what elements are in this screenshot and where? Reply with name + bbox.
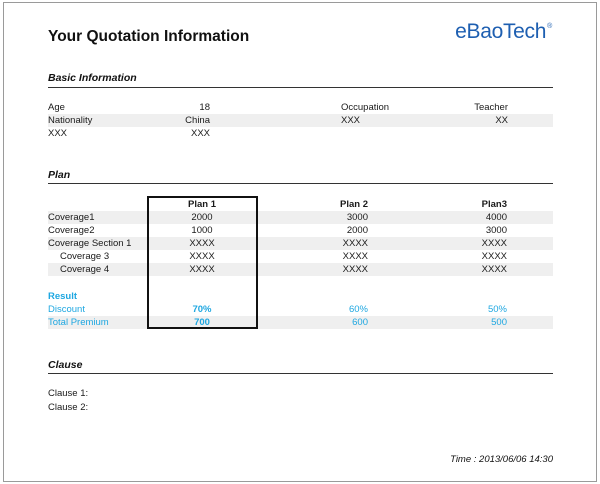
plan-row: Coverage 3 XXXX XXXX XXXX: [48, 250, 553, 263]
basic-label: Nationality: [48, 115, 93, 126]
plan-3-value: XXXX: [481, 264, 507, 275]
plan-2-value: XXXX: [342, 251, 368, 262]
timestamp: Time : 2013/06/06 14:30: [450, 454, 553, 465]
plan-3-result: 500: [491, 317, 507, 328]
result-row-total-premium: Total Premium 700 600 500: [48, 316, 553, 329]
plan-row: Coverage2 1000 2000 3000: [48, 224, 553, 237]
plan-3-value: 4000: [485, 212, 507, 223]
plan-row-label: Coverage1: [48, 212, 95, 223]
plan-2-result: 60%: [348, 304, 368, 315]
plan-2-value: 3000: [346, 212, 368, 223]
plan-row-label: Coverage 3: [60, 251, 110, 262]
plan-row: Coverage1 2000 3000 4000: [48, 211, 553, 224]
basic-label: Age: [48, 102, 65, 113]
plan-row-label: Coverage Section 1: [48, 238, 132, 249]
plan-3-value: 3000: [485, 225, 507, 236]
basic-value-2: Teacher: [474, 102, 508, 113]
result-heading: Result: [48, 291, 78, 302]
plan-3-result: 50%: [487, 304, 507, 315]
basic-information-rule: [48, 87, 553, 88]
basic-label: XXX: [48, 128, 68, 139]
basic-value: 18: [199, 102, 210, 113]
plan-3-value: XXXX: [481, 238, 507, 249]
page-title: Your Quotation Information: [48, 28, 250, 45]
plan-row-label: Coverage2: [48, 225, 95, 236]
plan-2-value: XXXX: [342, 238, 368, 249]
result-heading-row: Result: [48, 290, 553, 303]
plan-2-header: Plan 2: [340, 199, 368, 210]
plan-rule: [48, 183, 553, 184]
result-row-discount: Discount 70% 60% 50%: [48, 303, 553, 316]
basic-row-age: Age 18 Occupation Teacher: [48, 101, 553, 114]
result-label: Discount: [48, 304, 85, 315]
plan-3-header: Plan3: [481, 199, 507, 210]
logo-text: eBaoTech: [455, 20, 547, 43]
ebaotech-logo: eBaoTech®: [455, 20, 552, 44]
basic-information-heading: Basic Information: [48, 72, 137, 84]
plan-row: Coverage 4 XXXX XXXX XXXX: [48, 263, 553, 276]
basic-value: China: [185, 115, 210, 126]
plan-2-result: 600: [352, 317, 368, 328]
basic-row-nationality: Nationality China XXX XX: [48, 114, 553, 127]
clause-item: Clause 1:: [48, 388, 89, 399]
plan-2-value: 2000: [346, 225, 368, 236]
basic-row-xxx: XXX XXX: [48, 127, 553, 140]
clause-heading: Clause: [48, 359, 83, 371]
clause-rule: [48, 373, 553, 374]
plan-heading: Plan: [48, 169, 71, 181]
basic-value: XXX: [190, 128, 210, 139]
plan-3-value: XXXX: [481, 251, 507, 262]
plan-header-row: Plan 1 Plan 2 Plan3: [48, 198, 553, 211]
plan-row: Coverage Section 1 XXXX XXXX XXXX: [48, 237, 553, 250]
basic-value-2: XX: [495, 115, 508, 126]
registered-mark: ®: [547, 23, 552, 30]
plan-1-highlight-box: [147, 196, 258, 329]
plan-2-value: XXXX: [342, 264, 368, 275]
result-label: Total Premium: [48, 317, 109, 328]
basic-label-2: XXX: [341, 115, 361, 126]
basic-label-2: Occupation: [341, 102, 390, 113]
plan-row-label: Coverage 4: [60, 264, 110, 275]
clause-item: Clause 2:: [48, 402, 89, 413]
